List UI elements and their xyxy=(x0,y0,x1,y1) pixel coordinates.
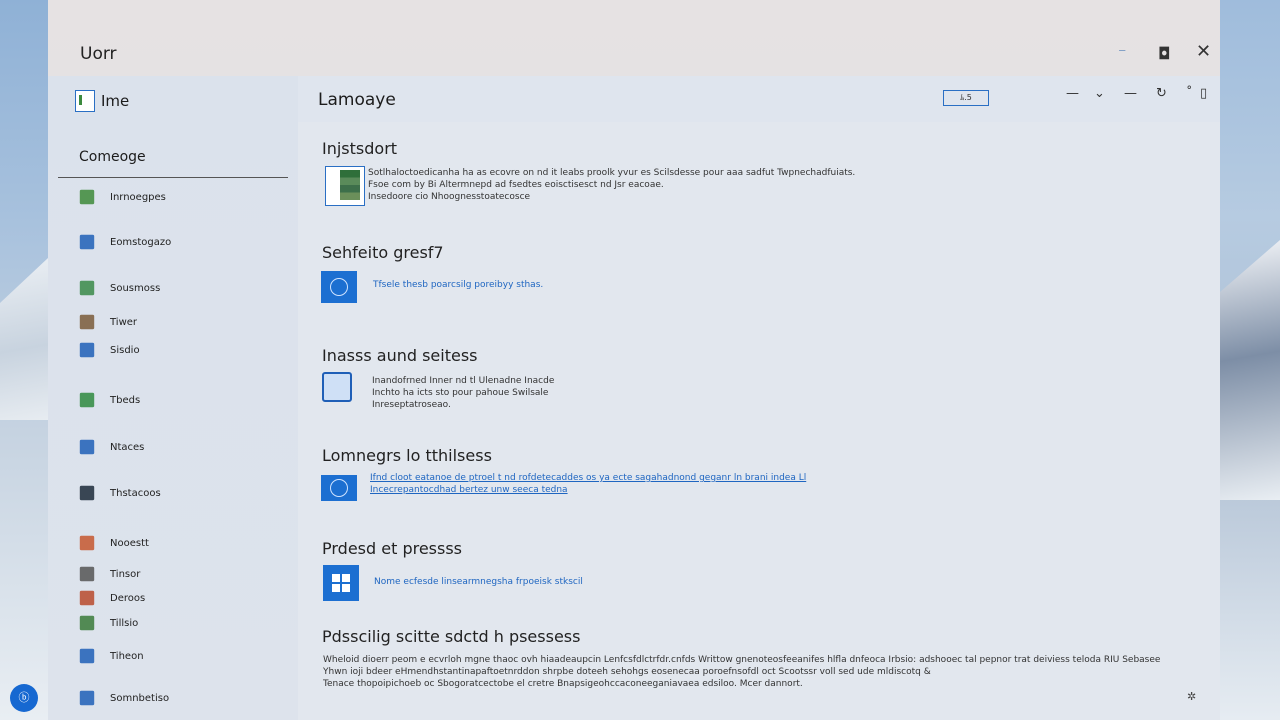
flag-icon xyxy=(79,615,95,631)
section-3-line-1: Inandofrned Inner nd tl Ulenadne Inacde xyxy=(372,376,555,386)
section-heading-3: Inasss aund seitess xyxy=(322,346,478,365)
window-title: Uorr xyxy=(80,44,117,64)
sidebar-item-label: Nooestt xyxy=(110,537,149,549)
sidebar-item-label: Tbeds xyxy=(110,394,141,406)
minimize-button[interactable]: ⁻ xyxy=(1118,44,1126,63)
section-2-link[interactable]: Tfsele thesb poarcsilg poreibyy sthas. xyxy=(373,279,543,291)
grid-icon xyxy=(79,189,95,205)
app-icon xyxy=(75,90,95,112)
sidebar-item-11[interactable]: Tillsio xyxy=(78,614,138,632)
page-title: Lamoaye xyxy=(318,90,396,110)
windows-logo-icon xyxy=(323,565,359,601)
sidebar-item-4[interactable]: Sisdio xyxy=(78,341,140,359)
globe-icon xyxy=(79,280,95,296)
taskbar-button[interactable]: ⓑ xyxy=(10,684,38,712)
dot-icon[interactable]: ˚ xyxy=(1186,86,1193,101)
tag-icon xyxy=(79,566,95,582)
section-1-image-icon xyxy=(325,166,365,206)
apps-icon xyxy=(79,590,95,606)
app-title: Ime xyxy=(101,92,130,110)
panel-icon[interactable]: ▯ xyxy=(1200,86,1207,101)
note-icon xyxy=(79,439,95,455)
sidebar-item-12[interactable]: Tiheon xyxy=(78,647,144,665)
section-6-line-2: Yhwn ioji bdeer eHmendhstantinapaftoetnr… xyxy=(323,667,931,677)
sidebar-item-13[interactable]: Somnbetiso xyxy=(78,689,169,707)
sidebar-item-5[interactable]: Tbeds xyxy=(78,391,140,409)
feather-icon xyxy=(79,342,95,358)
sidebar-item-label: Tiwer xyxy=(110,316,138,328)
sidebar-item-7[interactable]: Thstacoos xyxy=(78,484,161,502)
section-4-text: Ifnd cloot eatanoe de ptroel t nd rofdet… xyxy=(370,472,806,496)
sidebar-item-0[interactable]: Inrnoegpes xyxy=(78,188,166,206)
phone-icon xyxy=(79,690,95,706)
globe-dark-icon xyxy=(79,485,95,501)
sidebar-item-label: Tillsio xyxy=(110,617,139,629)
section-6-line-1: Wheloid dioerr peom e ecvrloh mgne thaoc… xyxy=(323,655,1161,665)
sidebar-heading: Comeoge xyxy=(79,149,146,165)
sidebar-item-label: Deroos xyxy=(110,592,146,604)
sidebar-divider xyxy=(58,177,288,178)
refresh-icon[interactable]: ↻ xyxy=(1156,86,1167,101)
maximize-button[interactable]: ◘ xyxy=(1158,44,1171,63)
sidebar-item-9[interactable]: Tinsor xyxy=(78,565,140,583)
sidebar-item-3[interactable]: Tiwer xyxy=(78,313,137,331)
sidebar-item-10[interactable]: Deroos xyxy=(78,589,145,607)
section-3-text: Inandofrned Inner nd tl Ulenadne Inacde … xyxy=(372,375,554,411)
sparkle-icon: ✲ xyxy=(1187,690,1197,703)
document-icon xyxy=(79,234,95,250)
section-3-line-2: Inchto ha icts sto pour pahoue Swilsale xyxy=(372,388,549,398)
section-1-line-1: Sotlhaloctoedicanha ha as ecovre on nd i… xyxy=(368,168,856,178)
section-4-link-1[interactable]: Ifnd cloot eatanoe de ptroel t nd rofdet… xyxy=(370,472,806,484)
section-4-tile-icon[interactable] xyxy=(321,475,357,501)
header-dash-icon[interactable]: — xyxy=(1124,86,1137,101)
green-doc-icon xyxy=(79,392,95,408)
section-3-line-3: Inreseptatroseao. xyxy=(372,400,451,410)
sidebar-item-label: Somnbetiso xyxy=(110,692,170,704)
chevron-down-icon[interactable]: ⌄ xyxy=(1094,86,1105,101)
people-icon xyxy=(79,314,95,330)
section-5-link[interactable]: Nome ecfesde linsearmnegsha frpoeisk stk… xyxy=(374,576,583,588)
sidebar-item-label: Thstacoos xyxy=(110,487,161,499)
sidebar-item-label: Sisdio xyxy=(110,344,140,356)
sidebar-item-1[interactable]: Eomstogazo xyxy=(78,233,171,251)
section-heading-5: Prdesd et pressss xyxy=(322,539,463,558)
section-2-tile-icon[interactable] xyxy=(321,271,357,303)
sidebar-item-label: Eomstogazo xyxy=(110,236,172,248)
close-button[interactable]: ✕ xyxy=(1196,41,1211,62)
sidebar-item-2[interactable]: Sousmoss xyxy=(78,279,160,297)
sidebar-item-label: Tinsor xyxy=(110,568,141,580)
sidebar-item-label: Ntaces xyxy=(110,441,145,453)
pin-icon xyxy=(79,535,95,551)
section-heading-4: Lomnegrs lo tthilsess xyxy=(322,446,492,465)
sidebar-item-6[interactable]: Ntaces xyxy=(78,438,144,456)
sidebar-item-label: Inrnoegpes xyxy=(110,191,166,203)
sidebar-item-label: Sousmoss xyxy=(110,282,161,294)
section-3-app-icon xyxy=(322,372,352,402)
section-1-text: Sotlhaloctoedicanha ha as ecovre on nd i… xyxy=(368,167,855,203)
sidebar-item-label: Tiheon xyxy=(110,650,144,662)
header-minus-icon[interactable]: — xyxy=(1066,86,1079,101)
header-search-box[interactable]: ﾑ.5 xyxy=(943,90,989,106)
section-1-line-3: Insedoore cio Nhoognesstoatecosce xyxy=(368,192,531,202)
section-heading-2: Sehfeito gresf7 xyxy=(322,243,444,262)
app-title-bar: Ime xyxy=(75,90,129,112)
section-4-link-2[interactable]: Incecrepantocdhad bertez unw seeca tedna xyxy=(370,484,806,496)
sidebar-item-8[interactable]: Nooestt xyxy=(78,534,149,552)
section-heading-1: Injstsdort xyxy=(322,139,398,158)
section-6-text: Wheloid dioerr peom e ecvrloh mgne thaoc… xyxy=(323,654,1203,690)
section-6-line-3: Tenace thopoipichoeb oc Sbogoratcectobe … xyxy=(323,679,803,689)
section-1-line-2: Fsoe com by Bi Altermnepd ad fsedtes eoi… xyxy=(368,180,664,190)
triangle-icon xyxy=(79,648,95,664)
section-heading-6: Pdsscilig scitte sdctd h psessess xyxy=(322,627,581,646)
